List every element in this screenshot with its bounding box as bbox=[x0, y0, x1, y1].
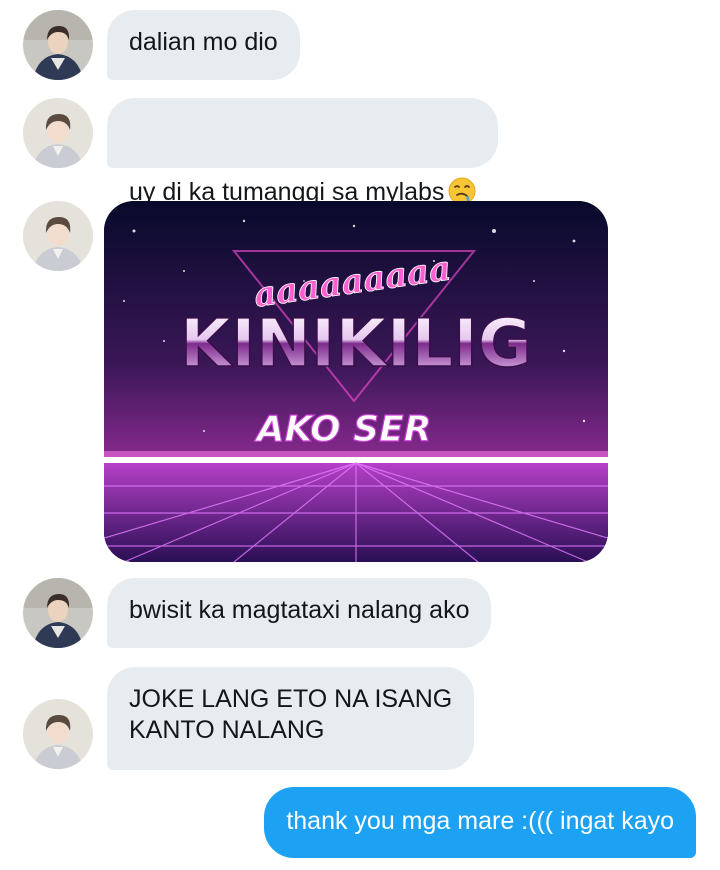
sender-avatar[interactable] bbox=[23, 10, 93, 80]
sender-avatar[interactable] bbox=[23, 578, 93, 648]
message-bubble[interactable]: bwisit ka magtataxi nalang ako bbox=[107, 578, 492, 648]
message-bubble[interactable]: uy di ka tumanggi sa mylabs bbox=[107, 98, 499, 206]
image-attachment[interactable]: aaaaaaaaa KINIKILIG AKO SER bbox=[104, 201, 608, 562]
message-bubble[interactable]: JOKE LANG ETO NA ISANG KANTO NALANG bbox=[107, 667, 475, 770]
sender-avatar[interactable] bbox=[23, 98, 93, 168]
image-big-text: KINIKILIG bbox=[180, 305, 532, 382]
message-bubble[interactable]: dalian mo dio bbox=[107, 10, 300, 80]
image-sub-text: AKO SER bbox=[254, 409, 432, 450]
sender-avatar[interactable] bbox=[23, 201, 93, 271]
sender-avatar[interactable] bbox=[23, 699, 93, 769]
message-bubble-outgoing[interactable]: thank you mga mare :((( ingat kayo bbox=[264, 787, 696, 858]
